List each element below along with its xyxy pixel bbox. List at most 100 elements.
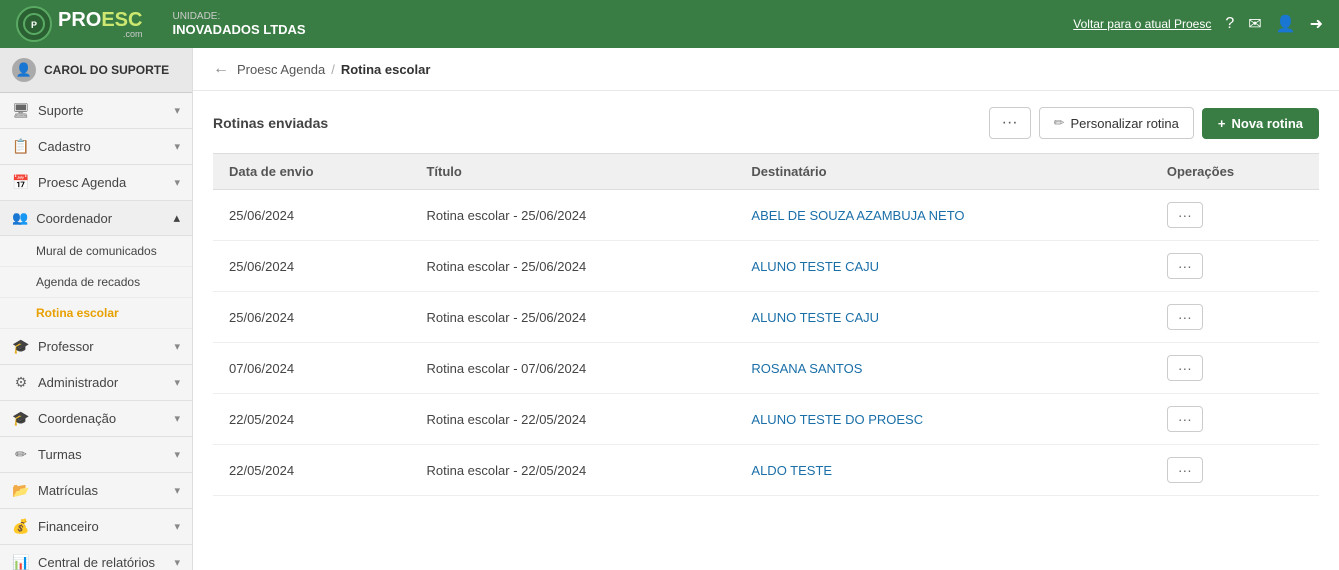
- breadcrumb-parent[interactable]: Proesc Agenda: [237, 62, 325, 77]
- cell-operations: ···: [1151, 445, 1319, 496]
- cell-recipient[interactable]: ALDO TESTE: [735, 445, 1150, 496]
- personalize-button[interactable]: ✏ Personalizar rotina: [1039, 107, 1194, 139]
- sidebar-item-label: Financeiro: [38, 519, 99, 534]
- chevron-down-icon: ▾: [174, 104, 180, 117]
- breadcrumb-separator: /: [331, 62, 335, 77]
- more-options-button[interactable]: ···: [989, 107, 1031, 139]
- cell-title: Rotina escolar - 25/06/2024: [410, 241, 735, 292]
- sidebar-item-financeiro[interactable]: 💰 Financeiro ▾: [0, 509, 192, 545]
- cell-recipient[interactable]: ALUNO TESTE DO PROESC: [735, 394, 1150, 445]
- row-more-button[interactable]: ···: [1167, 202, 1203, 228]
- sidebar-item-rotina-escolar[interactable]: Rotina escolar: [0, 298, 192, 329]
- header-right: Voltar para o atual Proesc ? ✉ 👤 ➜: [1073, 14, 1323, 34]
- matriculas-icon: 📂: [12, 482, 30, 499]
- toolbar-buttons: ··· ✏ Personalizar rotina + Nova rotina: [989, 107, 1319, 139]
- cadastro-icon: 📋: [12, 138, 30, 155]
- sidebar-item-agenda-recados[interactable]: Agenda de recados: [0, 267, 192, 298]
- header-left: P PRO ESC .com UNIDADE: INOVADADOS LTDAS: [16, 6, 306, 42]
- table-row: 07/06/2024Rotina escolar - 07/06/2024ROS…: [213, 343, 1319, 394]
- exit-icon[interactable]: ➜: [1310, 14, 1323, 34]
- cell-recipient[interactable]: ROSANA SANTOS: [735, 343, 1150, 394]
- cell-recipient[interactable]: ABEL DE SOUZA AZAMBUJA NETO: [735, 190, 1150, 241]
- sidebar-item-administrador[interactable]: ⚙ Administrador ▾: [0, 365, 192, 401]
- cell-title: Rotina escolar - 07/06/2024: [410, 343, 735, 394]
- help-icon[interactable]: ?: [1225, 15, 1234, 33]
- sidebar-item-coordenador[interactable]: 👥 Coordenador ▴: [0, 201, 192, 236]
- logo: P PRO ESC .com: [16, 6, 142, 42]
- coordenador-icon: 👥: [12, 210, 28, 226]
- avatar: 👤: [12, 58, 36, 82]
- suporte-icon: 🖥: [12, 102, 30, 119]
- cell-title: Rotina escolar - 22/05/2024: [410, 445, 735, 496]
- sidebar-item-professor[interactable]: 🎓 Professor ▾: [0, 329, 192, 365]
- proesc-agenda-icon: 📅: [12, 174, 30, 191]
- sidebar-item-coordenacao[interactable]: 🎓 Coordenação ▾: [0, 401, 192, 437]
- col-recipient: Destinatário: [735, 154, 1150, 190]
- coordenacao-icon: 🎓: [12, 410, 30, 427]
- sidebar-item-cadastro[interactable]: 📋 Cadastro ▾: [0, 129, 192, 165]
- turmas-icon: ✏: [12, 446, 30, 463]
- user-icon[interactable]: 👤: [1276, 14, 1296, 34]
- unit-info: UNIDADE: INOVADADOS LTDAS: [172, 11, 305, 37]
- sidebar-user: 👤 CAROL DO SUPORTE: [0, 48, 192, 93]
- svg-text:P: P: [31, 20, 37, 30]
- cell-date: 22/05/2024: [213, 445, 410, 496]
- chevron-down-icon: ▾: [174, 176, 180, 189]
- logo-pro: PRO: [58, 10, 101, 30]
- cell-operations: ···: [1151, 343, 1319, 394]
- sidebar-item-central-relatorios[interactable]: 📊 Central de relatórios ▾: [0, 545, 192, 570]
- page-toolbar: Rotinas enviadas ··· ✏ Personalizar roti…: [213, 107, 1319, 139]
- logo-text: PRO ESC .com: [58, 10, 142, 39]
- row-more-button[interactable]: ···: [1167, 457, 1203, 483]
- sidebar-item-matriculas[interactable]: 📂 Matrículas ▾: [0, 473, 192, 509]
- personalize-button-label: Personalizar rotina: [1071, 116, 1179, 131]
- row-more-button[interactable]: ···: [1167, 355, 1203, 381]
- sidebar-item-label: Coordenação: [38, 411, 116, 426]
- row-more-button[interactable]: ···: [1167, 253, 1203, 279]
- table-row: 25/06/2024Rotina escolar - 25/06/2024ALU…: [213, 241, 1319, 292]
- table-header: Data de envio Título Destinatário Operaç…: [213, 154, 1319, 190]
- main-content: ← Proesc Agenda / Rotina escolar Rotinas…: [193, 48, 1339, 570]
- back-arrow[interactable]: ←: [213, 60, 229, 78]
- row-more-button[interactable]: ···: [1167, 406, 1203, 432]
- administrador-icon: ⚙: [12, 374, 30, 391]
- sidebar-item-label: Administrador: [38, 375, 118, 390]
- new-routine-button[interactable]: + Nova rotina: [1202, 108, 1319, 139]
- top-header: P PRO ESC .com UNIDADE: INOVADADOS LTDAS…: [0, 0, 1339, 48]
- sidebar-item-label: Suporte: [38, 103, 84, 118]
- col-date: Data de envio: [213, 154, 410, 190]
- chevron-down-icon: ▾: [174, 340, 180, 353]
- sidebar-item-label: Professor: [38, 339, 94, 354]
- cell-date: 25/06/2024: [213, 190, 410, 241]
- financeiro-icon: 💰: [12, 518, 30, 535]
- cell-recipient[interactable]: ALUNO TESTE CAJU: [735, 292, 1150, 343]
- pencil-icon: ✏: [1054, 115, 1065, 131]
- new-routine-button-label: Nova rotina: [1231, 116, 1303, 131]
- chevron-down-icon: ▾: [174, 484, 180, 497]
- logo-shield-icon: P: [16, 6, 52, 42]
- sidebar-item-mural-comunicados[interactable]: Mural de comunicados: [0, 236, 192, 267]
- cell-date: 07/06/2024: [213, 343, 410, 394]
- cell-operations: ···: [1151, 190, 1319, 241]
- sidebar: 👤 CAROL DO SUPORTE 🖥 Suporte ▾ 📋 Cadastr…: [0, 48, 193, 570]
- table-body: 25/06/2024Rotina escolar - 25/06/2024ABE…: [213, 190, 1319, 496]
- page-content: Rotinas enviadas ··· ✏ Personalizar roti…: [193, 91, 1339, 512]
- sidebar-item-proesc-agenda[interactable]: 📅 Proesc Agenda ▾: [0, 165, 192, 201]
- sidebar-item-label: Cadastro: [38, 139, 91, 154]
- sidebar-item-suporte[interactable]: 🖥 Suporte ▾: [0, 93, 192, 129]
- sidebar-item-turmas[interactable]: ✏ Turmas ▾: [0, 437, 192, 473]
- relatorios-icon: 📊: [12, 554, 30, 570]
- breadcrumb-current: Rotina escolar: [341, 62, 431, 77]
- chevron-down-icon: ▾: [174, 412, 180, 425]
- table-row: 25/06/2024Rotina escolar - 25/06/2024ABE…: [213, 190, 1319, 241]
- chevron-down-icon: ▾: [174, 520, 180, 533]
- col-operations: Operações: [1151, 154, 1319, 190]
- chevron-up-icon: ▴: [173, 210, 180, 226]
- back-link[interactable]: Voltar para o atual Proesc: [1073, 17, 1211, 31]
- chevron-down-icon: ▾: [174, 556, 180, 569]
- sidebar-item-label: Turmas: [38, 447, 82, 462]
- cell-recipient[interactable]: ALUNO TESTE CAJU: [735, 241, 1150, 292]
- row-more-button[interactable]: ···: [1167, 304, 1203, 330]
- mail-icon[interactable]: ✉: [1248, 14, 1261, 34]
- cell-operations: ···: [1151, 241, 1319, 292]
